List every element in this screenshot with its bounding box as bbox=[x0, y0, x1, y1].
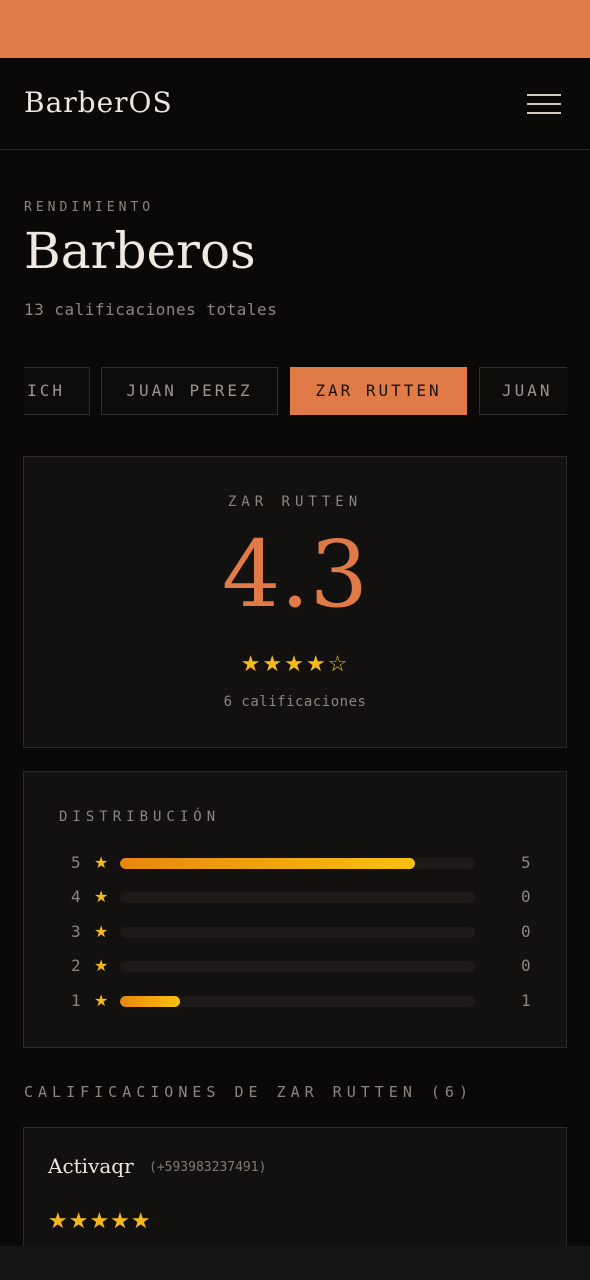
distribution-row-3: 3 ★ 0 bbox=[24, 922, 566, 942]
reviewer-name: Activaqr bbox=[48, 1154, 134, 1178]
tab-juan-perez[interactable]: JUAN PEREZ bbox=[101, 367, 278, 415]
distribution-bar-track bbox=[120, 961, 475, 972]
barber-tabs: ICH JUAN PEREZ ZAR RUTTEN JUAN bbox=[24, 367, 567, 417]
row-stars-label: 1 bbox=[71, 991, 81, 1010]
star-icon: ★ bbox=[94, 958, 109, 975]
review-card: Activaqr (+593983237491) ★★★★★ bbox=[23, 1127, 567, 1257]
brand-logo[interactable]: BarberOS bbox=[24, 86, 173, 119]
row-stars-label: 5 bbox=[71, 853, 81, 872]
distribution-row-1: 1 ★ 1 bbox=[24, 991, 566, 1011]
system-navigation-bar bbox=[0, 1246, 590, 1280]
star-icon: ★ bbox=[94, 855, 109, 872]
star-icon: ★ bbox=[94, 889, 109, 906]
page-title: Barberos bbox=[24, 222, 256, 280]
distribution-bar-track bbox=[120, 996, 475, 1007]
distribution-bar-fill bbox=[120, 858, 415, 869]
row-count: 0 bbox=[521, 887, 531, 906]
rating-distribution-card: DISTRIBUCIÓN 5 ★ 5 4 ★ 0 3 ★ 0 2 ★ 0 1 ★… bbox=[23, 771, 567, 1048]
page-subtitle: 13 calificaciones totales bbox=[24, 300, 278, 319]
hamburger-menu-icon[interactable] bbox=[524, 92, 564, 118]
rating-stars-icon: ★★★★☆ bbox=[240, 651, 350, 676]
distribution-bar-track bbox=[120, 858, 475, 869]
section-eyebrow: RENDIMIENTO bbox=[24, 200, 155, 215]
distribution-bar-track bbox=[120, 892, 475, 903]
distribution-title: DISTRIBUCIÓN bbox=[59, 809, 221, 825]
star-icon: ★ bbox=[94, 993, 109, 1010]
row-count: 0 bbox=[521, 956, 531, 975]
distribution-row-4: 4 ★ 0 bbox=[24, 887, 566, 907]
row-stars-label: 2 bbox=[71, 956, 81, 975]
rating-count: 6 calificaciones bbox=[223, 694, 367, 710]
average-rating: 4.3 bbox=[221, 521, 369, 628]
distribution-row-2: 2 ★ 0 bbox=[24, 956, 566, 976]
navbar: BarberOS bbox=[0, 58, 590, 150]
star-icon: ★ bbox=[94, 924, 109, 941]
row-count: 5 bbox=[521, 853, 531, 872]
review-stars-icon: ★★★★★ bbox=[48, 1208, 152, 1233]
row-count: 1 bbox=[521, 991, 531, 1010]
rating-summary-card: ZAR RUTTEN 4.3 ★★★★☆ 6 calificaciones bbox=[23, 456, 567, 748]
row-count: 0 bbox=[521, 922, 531, 941]
reviews-section-title: CALIFICACIONES DE ZAR RUTTEN (6) bbox=[24, 1083, 473, 1101]
distribution-bar-track bbox=[120, 927, 475, 938]
tab-barber-1[interactable]: ICH bbox=[24, 367, 90, 415]
row-stars-label: 4 bbox=[71, 887, 81, 906]
barber-name: ZAR RUTTEN bbox=[227, 494, 363, 510]
reviewer-phone: (+593983237491) bbox=[149, 1160, 267, 1175]
distribution-bar-fill bbox=[120, 996, 181, 1007]
tab-zar-rutten[interactable]: ZAR RUTTEN bbox=[290, 367, 467, 415]
row-stars-label: 3 bbox=[71, 922, 81, 941]
distribution-row-5: 5 ★ 5 bbox=[24, 853, 566, 873]
status-bar bbox=[0, 0, 590, 58]
tab-juan[interactable]: JUAN bbox=[479, 367, 567, 415]
